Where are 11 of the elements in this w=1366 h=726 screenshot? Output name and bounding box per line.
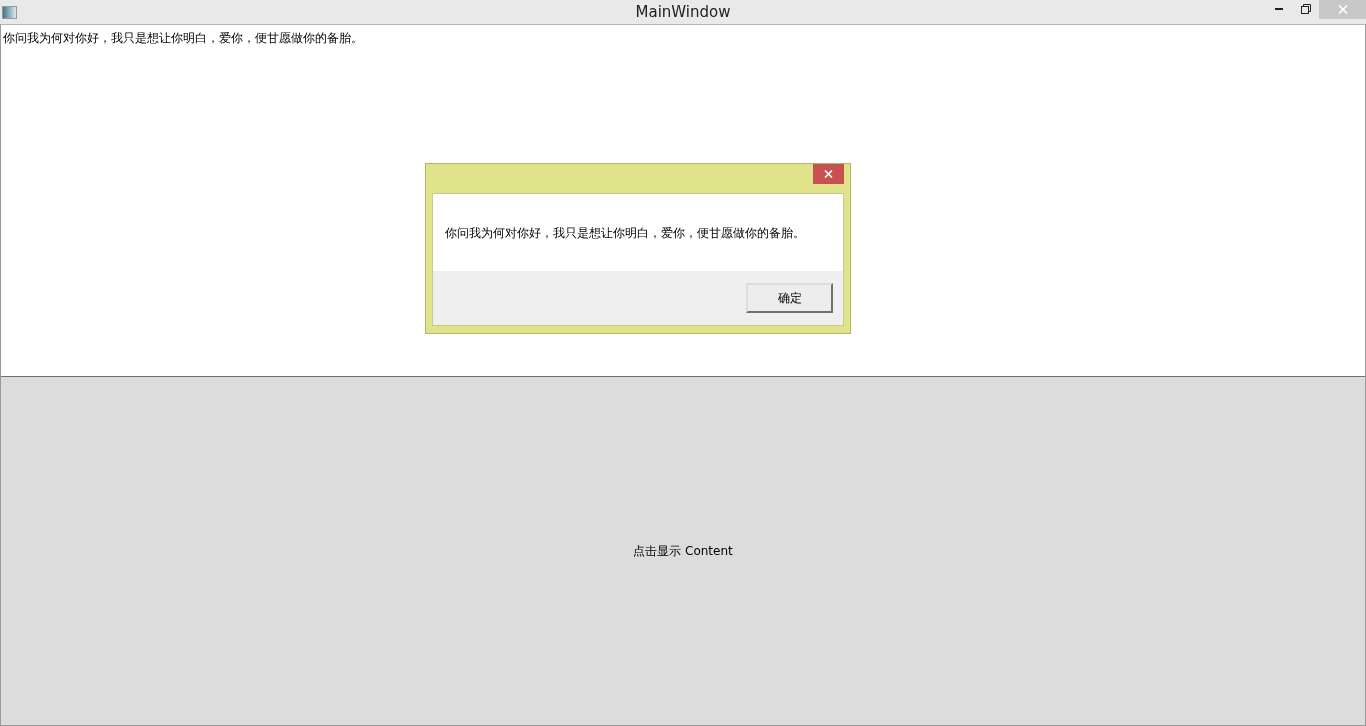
close-icon <box>1337 5 1348 14</box>
close-icon <box>824 170 833 178</box>
dialog-message: 你问我为何对你好，我只是想让你明白，爱你，便甘愿做你的备胎。 <box>445 224 805 242</box>
ok-button[interactable]: 确定 <box>746 283 833 313</box>
show-content-button[interactable]: 点击显示 Content <box>1 376 1365 725</box>
app-icon <box>2 5 17 19</box>
dialog-close-button[interactable] <box>813 164 844 184</box>
window-title: MainWindow <box>635 1 731 23</box>
restore-icon <box>1300 4 1311 14</box>
content-text: 你问我为何对你好，我只是想让你明白，爱你，便甘愿做你的备胎。 <box>3 31 363 45</box>
minimize-icon <box>1274 8 1283 10</box>
